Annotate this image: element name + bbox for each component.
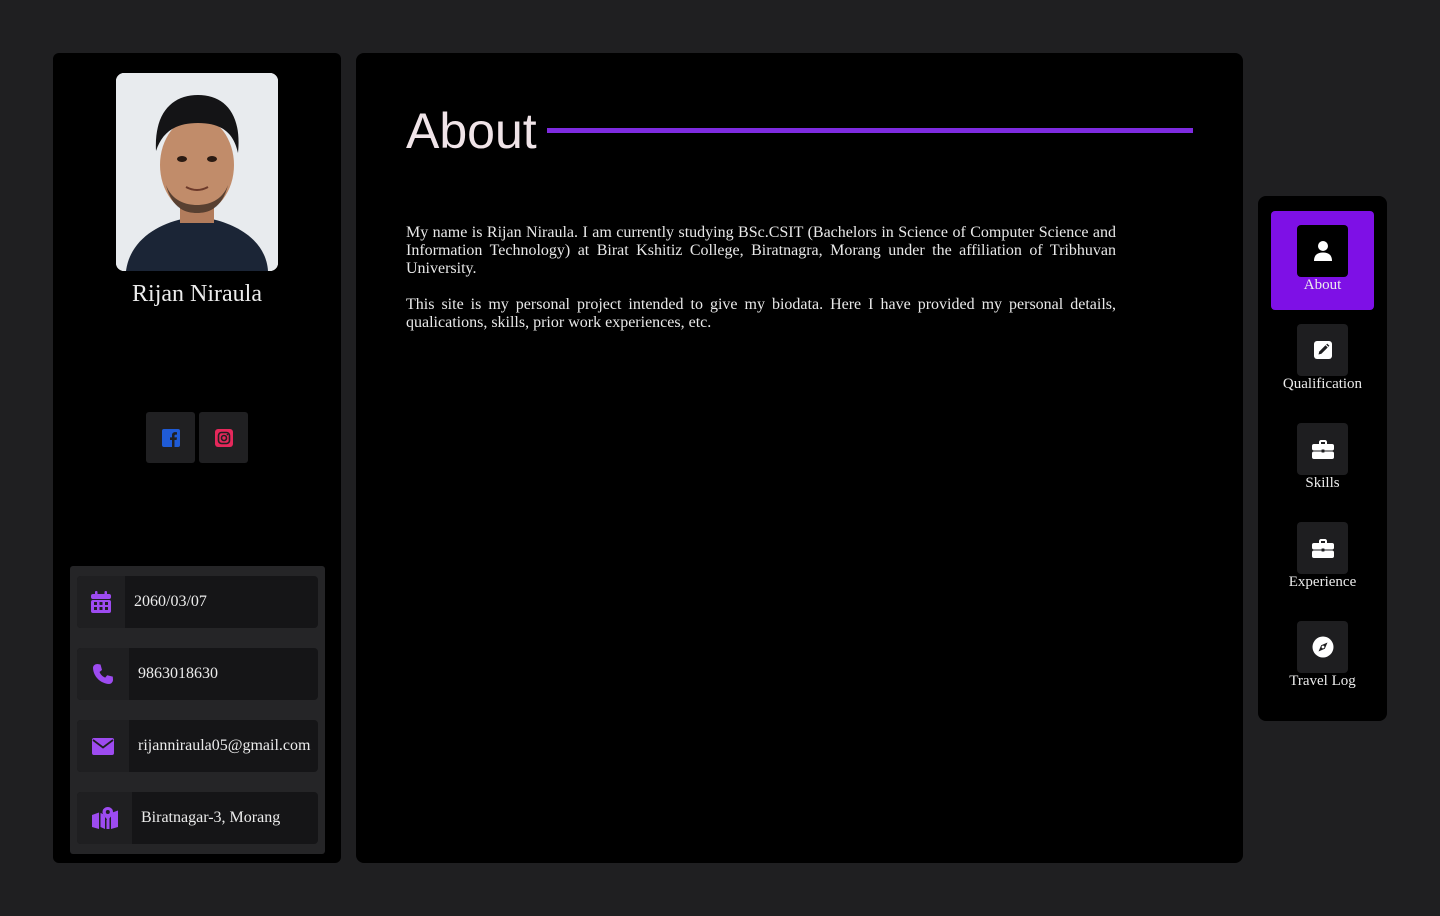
instagram-icon — [214, 428, 233, 447]
phone-icon — [77, 648, 129, 700]
birthdate-text: 2060/03/07 — [134, 593, 207, 610]
social-links — [146, 412, 248, 463]
phone-row: 9863018630 — [77, 648, 318, 700]
email-text: rijanniraula05@gmail.com — [138, 737, 311, 754]
nav-item-experience[interactable]: Experience — [1271, 508, 1374, 607]
email-row: rijanniraula05@gmail.com — [77, 720, 318, 772]
user-icon — [1297, 225, 1348, 277]
nav-item-skills[interactable]: Skills — [1271, 409, 1374, 508]
facebook-link[interactable] — [146, 412, 195, 463]
nav-label: Travel Log — [1289, 673, 1356, 689]
facebook-icon — [161, 428, 180, 447]
address-text: Biratnagar-3, Morang — [141, 809, 281, 826]
nav-label: Qualification — [1282, 376, 1363, 392]
profile-card: Rijan Niraula 2060/03/07 9863018630 rija… — [53, 53, 341, 863]
nav-item-qualification[interactable]: Qualification — [1271, 310, 1374, 409]
briefcase-icon — [1297, 522, 1348, 574]
profile-name: Rijan Niraula — [132, 281, 262, 307]
nav-item-about[interactable]: About — [1271, 211, 1374, 310]
contact-info-panel: 2060/03/07 9863018630 rijanniraula05@gma… — [70, 566, 325, 854]
about-description: My name is Rijan Niraula. I am currently… — [406, 224, 1116, 350]
about-paragraph: My name is Rijan Niraula. I am currently… — [406, 224, 1116, 277]
title-divider — [547, 128, 1193, 133]
side-navigation: About Qualification Skills Experience Tr… — [1258, 196, 1387, 721]
envelope-icon — [77, 720, 129, 772]
main-content: About My name is Rijan Niraula. I am cur… — [356, 53, 1243, 863]
phone-text: 9863018630 — [138, 665, 218, 682]
briefcase-icon — [1297, 423, 1348, 475]
nav-item-travel-log[interactable]: Travel Log — [1271, 607, 1374, 706]
nav-label: About — [1303, 277, 1342, 293]
birthdate-row: 2060/03/07 — [77, 576, 318, 628]
about-paragraph: This site is my personal project intende… — [406, 296, 1116, 331]
profile-photo — [116, 73, 278, 271]
edit-icon — [1297, 324, 1348, 376]
instagram-link[interactable] — [199, 412, 248, 463]
compass-icon — [1297, 621, 1348, 673]
calendar-icon — [77, 576, 125, 628]
address-row: Biratnagar-3, Morang — [77, 792, 318, 844]
map-location-icon — [77, 792, 132, 844]
nav-label: Skills — [1305, 475, 1340, 491]
nav-label: Experience — [1288, 574, 1357, 590]
page-title: About — [406, 103, 537, 159]
